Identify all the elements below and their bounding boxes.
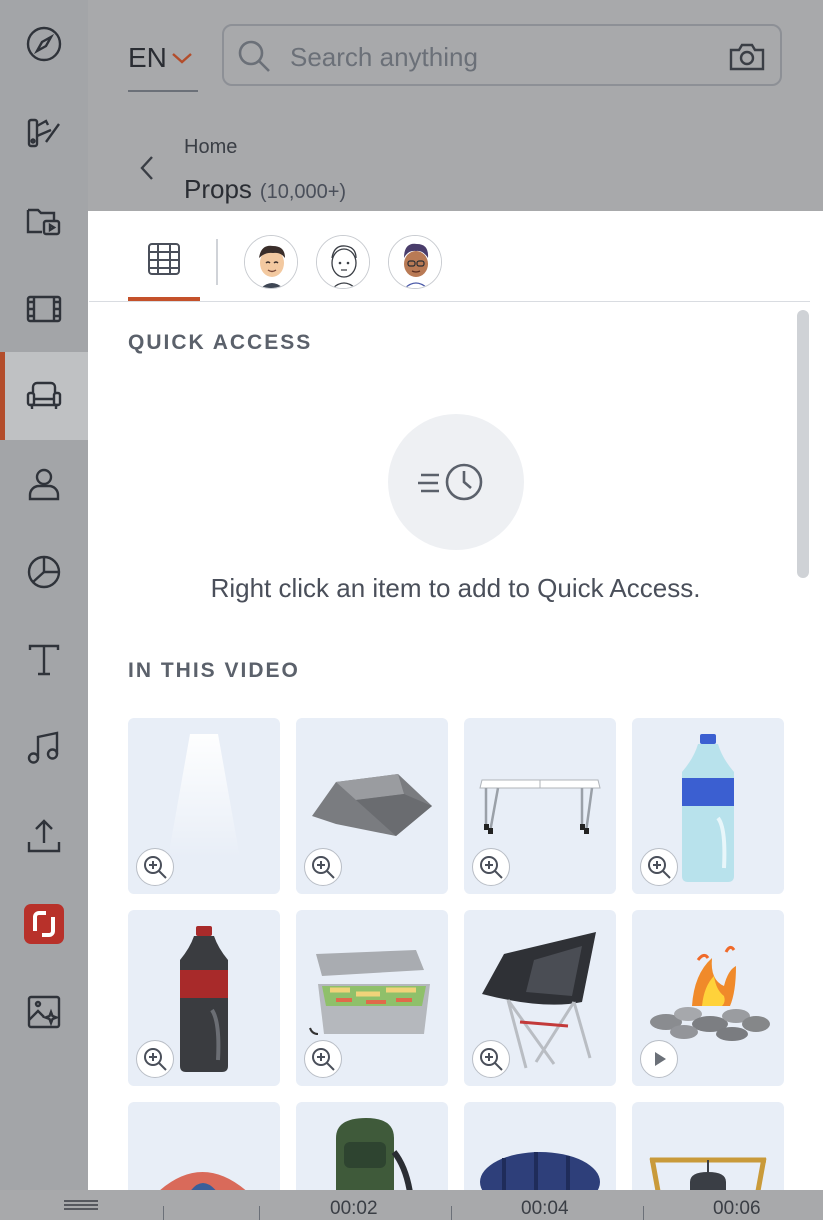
back-chevron-icon[interactable]	[136, 153, 158, 183]
pie-chart-icon	[27, 555, 61, 589]
play-badge[interactable]	[640, 1040, 678, 1078]
recent-clock-icon	[418, 463, 483, 501]
language-label: EN	[128, 42, 167, 73]
backpack-prop-image	[336, 1118, 413, 1190]
sidebar-item-text[interactable]	[0, 616, 88, 704]
film-strip-icon	[26, 295, 62, 323]
tab-all-props[interactable]	[128, 235, 200, 301]
zoom-badge[interactable]	[472, 1040, 510, 1078]
active-tab-indicator	[128, 297, 200, 301]
sidebar-item-scenes[interactable]	[0, 264, 88, 352]
zoom-badge[interactable]	[136, 848, 174, 886]
upload-icon	[27, 819, 61, 853]
search-bar	[222, 24, 782, 86]
timeline-tick	[451, 1206, 452, 1220]
timeline-label: 00:06	[713, 1198, 761, 1219]
timeline-label: 00:04	[521, 1198, 569, 1219]
tab-character-1[interactable]	[244, 235, 298, 289]
prop-tile-spotlight[interactable]	[128, 718, 280, 894]
music-note-icon	[27, 731, 59, 764]
zoom-badge[interactable]	[304, 848, 342, 886]
search-icon	[238, 40, 270, 72]
prop-tile-water-bottle[interactable]	[632, 718, 784, 894]
prop-tile-campfire[interactable]	[632, 910, 784, 1086]
zoom-icon	[480, 1048, 503, 1071]
drag-handle-icon[interactable]	[64, 1200, 98, 1210]
app-logo-icon	[24, 904, 64, 944]
prop-tile-lunch-box[interactable]	[296, 910, 448, 1086]
language-selector[interactable]: EN	[128, 26, 198, 92]
avatar-character-1	[245, 236, 297, 288]
quick-access-empty-illustration	[388, 414, 524, 550]
ai-image-icon	[27, 995, 61, 1029]
zoom-badge[interactable]	[472, 848, 510, 886]
header: EN Home Props (10,000+)	[88, 0, 823, 211]
tent-prop-image	[160, 1172, 246, 1190]
zoom-icon	[144, 1048, 167, 1071]
tab-character-2[interactable]	[316, 235, 370, 289]
sidebar-item-app[interactable]	[0, 880, 88, 968]
prop-tile-cola-bottle[interactable]	[128, 910, 280, 1086]
avatar-character-3	[389, 236, 441, 288]
timeline-tick	[163, 1206, 164, 1220]
video-folder-icon	[26, 208, 61, 236]
prop-tile-backpack[interactable]	[296, 1102, 448, 1190]
breadcrumb-home[interactable]: Home	[184, 136, 237, 159]
compass-icon	[26, 26, 62, 62]
zoom-badge[interactable]	[136, 1040, 174, 1078]
prop-tile-rock[interactable]	[296, 718, 448, 894]
item-count: (10,000+)	[259, 181, 347, 203]
prop-tile-sleeping-bag[interactable]	[464, 1102, 616, 1190]
sleeping-bag-prop-image	[480, 1152, 600, 1190]
prop-tile-tent[interactable]	[128, 1102, 280, 1190]
timeline-ruler[interactable]: 00:02 00:04 00:06	[0, 1190, 823, 1220]
zoom-badge[interactable]	[304, 1040, 342, 1078]
sidebar-item-characters[interactable]	[0, 440, 88, 528]
tab-character-3[interactable]	[388, 235, 442, 289]
category-tabs	[89, 211, 810, 302]
sidebar-item-video-folder[interactable]	[0, 176, 88, 264]
play-icon	[655, 1052, 666, 1066]
search-input[interactable]	[288, 36, 712, 78]
sidebar-item-compass[interactable]	[0, 0, 88, 88]
zoom-icon	[312, 1048, 335, 1071]
zoom-badge[interactable]	[640, 848, 678, 886]
timeline-tick	[643, 1206, 644, 1220]
sidebar-item-audio[interactable]	[0, 704, 88, 792]
left-sidebar	[0, 0, 88, 1190]
timeline-label: 00:02	[330, 1198, 378, 1219]
sidebar-item-charts[interactable]	[0, 528, 88, 616]
zoom-icon	[144, 856, 167, 879]
person-icon	[28, 468, 60, 501]
zoom-icon	[312, 856, 335, 879]
grid-icon	[148, 243, 180, 275]
panel-scrollbar[interactable]	[797, 310, 809, 578]
page-title-text: Props	[184, 174, 252, 204]
sidebar-item-upload[interactable]	[0, 792, 88, 880]
chevron-down-icon	[172, 53, 192, 64]
armchair-props-icon	[26, 381, 62, 409]
timeline-tick	[259, 1206, 260, 1220]
page-title: Props (10,000+)	[184, 174, 346, 205]
props-panel: QUICK ACCESS Right click an item to add …	[89, 211, 810, 1190]
text-icon	[28, 644, 60, 676]
quick-access-title: QUICK ACCESS	[128, 331, 313, 354]
zoom-icon	[648, 856, 671, 879]
palette-brush-icon	[27, 118, 60, 148]
zoom-icon	[480, 856, 503, 879]
sidebar-item-ai-image[interactable]	[0, 968, 88, 1056]
avatar-character-2	[317, 236, 369, 288]
prop-tile-campfire-pot[interactable]	[632, 1102, 784, 1190]
prop-tile-folding-table[interactable]	[464, 718, 616, 894]
campfire-pot-prop-image	[649, 1157, 767, 1190]
in-this-video-title: IN THIS VIDEO	[128, 659, 300, 682]
quick-access-hint: Right click an item to add to Quick Acce…	[210, 573, 701, 603]
sidebar-item-design[interactable]	[0, 88, 88, 176]
tab-divider	[216, 239, 218, 285]
camera-search-icon[interactable]	[728, 38, 766, 74]
prop-tile-camping-chair[interactable]	[464, 910, 616, 1086]
sidebar-item-props[interactable]	[0, 352, 88, 440]
